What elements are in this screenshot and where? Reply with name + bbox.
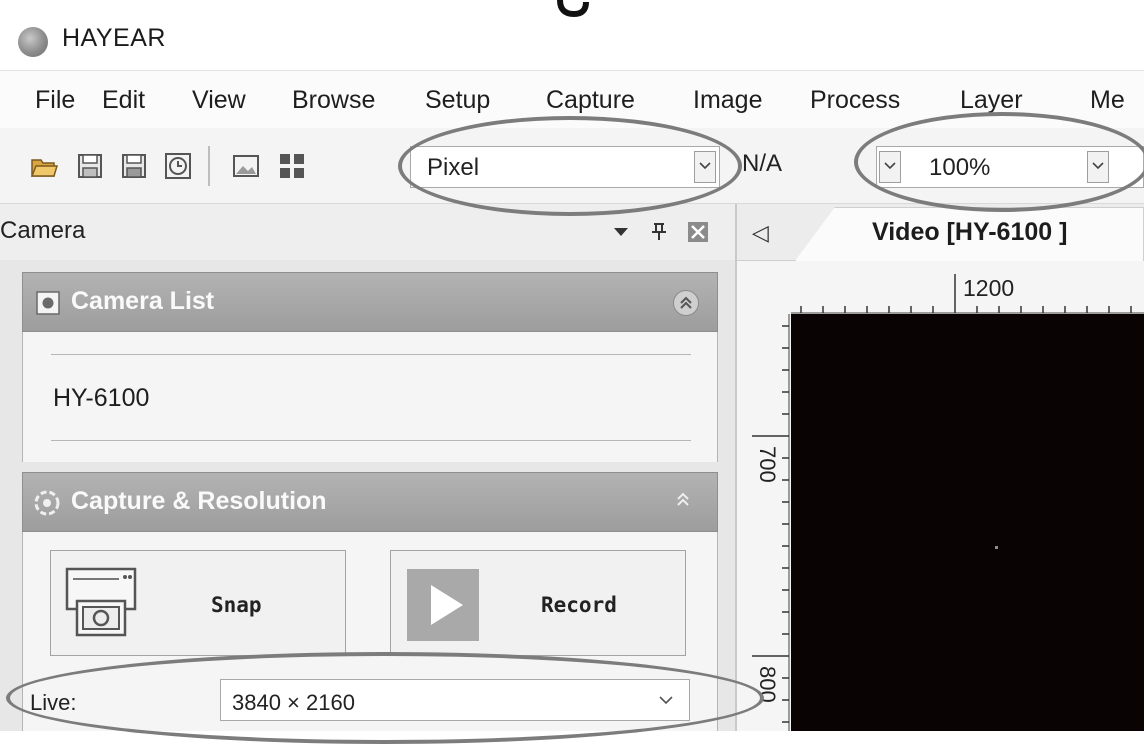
pin-icon[interactable] (652, 223, 666, 240)
menu-more[interactable]: Me (1090, 86, 1125, 115)
menu-process[interactable]: Process (810, 86, 900, 115)
save-icon[interactable] (76, 152, 104, 180)
video-tab-label: Video [HY-6100 ] (872, 218, 1068, 246)
grid-icon[interactable] (278, 152, 306, 180)
aperture-icon (34, 490, 60, 516)
camera-lens-logo (18, 27, 48, 57)
capture-resolution-title: Capture & Resolution (71, 487, 327, 515)
camera-list-header[interactable]: Camera List (22, 272, 718, 332)
measurement-readout: N/A (742, 150, 783, 177)
clipped-heading-fragment (557, 0, 589, 18)
snap-label: Snap (211, 593, 262, 617)
app-title: HAYEAR (62, 24, 166, 52)
video-noise-speck (995, 546, 998, 549)
clock-icon[interactable] (164, 152, 192, 180)
camera-list-body: HY-6100 (22, 332, 718, 462)
menu-view[interactable]: View (192, 86, 246, 115)
ruler-label-700: 700 (755, 446, 780, 483)
menu-capture[interactable]: Capture (546, 86, 635, 115)
record-label: Record (541, 593, 617, 617)
play-icon (407, 569, 479, 641)
collapse-icon[interactable] (673, 290, 699, 316)
divider (51, 354, 691, 355)
menu-setup[interactable]: Setup (425, 86, 490, 115)
toolbar-separator (208, 146, 210, 186)
image-icon[interactable] (232, 152, 260, 180)
dock-title: Camera (0, 217, 86, 244)
camera-list-icon (36, 291, 60, 315)
collapse-icon[interactable] (671, 487, 695, 516)
highlight-oval-live (6, 652, 764, 744)
divider (51, 440, 691, 441)
snap-camera-icon (65, 567, 137, 637)
dock-controls (614, 222, 708, 242)
highlight-oval-zoom (854, 112, 1144, 212)
tab-scroll-left-icon[interactable]: ◁ (752, 220, 769, 246)
live-video-feed[interactable] (791, 314, 1144, 731)
dock-menu-arrow-icon[interactable] (614, 228, 628, 236)
close-icon[interactable] (688, 222, 708, 242)
camera-list-item[interactable]: HY-6100 (53, 384, 149, 413)
camera-list-title: Camera List (71, 287, 215, 315)
highlight-oval-unit (398, 116, 742, 216)
menu-browse[interactable]: Browse (292, 86, 375, 115)
menu-layer[interactable]: Layer (960, 86, 1023, 115)
capture-resolution-header[interactable]: Capture & Resolution (22, 472, 718, 532)
open-folder-icon[interactable] (30, 152, 58, 180)
ruler-label-1200: 1200 (963, 275, 1015, 301)
menu-image[interactable]: Image (693, 86, 762, 115)
menu-file[interactable]: File (35, 86, 75, 115)
record-button[interactable]: Record (390, 550, 686, 656)
menu-edit[interactable]: Edit (102, 86, 145, 115)
snap-button[interactable]: Snap (50, 550, 346, 656)
save-as-icon[interactable] (120, 152, 148, 180)
